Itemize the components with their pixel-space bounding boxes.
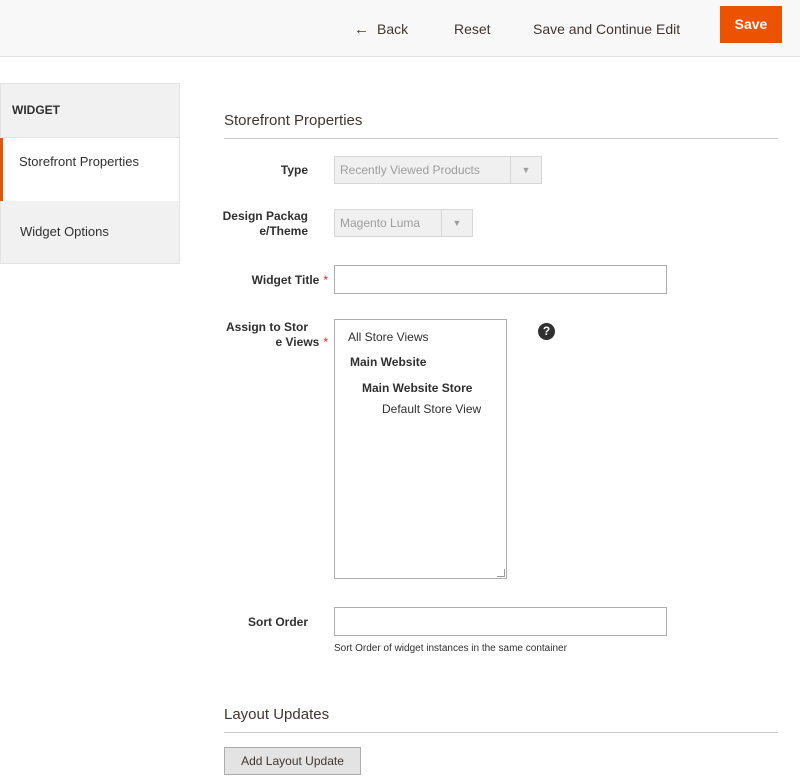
store-views-label-line2: e Views *	[218, 335, 328, 350]
store-view-option[interactable]: All Store Views	[348, 330, 428, 344]
store-view-group: Main Website	[350, 355, 427, 369]
page-actions-bar: ← Back Reset Save and Continue Edit Save	[0, 0, 800, 57]
resize-handle-icon[interactable]	[497, 569, 505, 577]
store-views-label: Assign to Stor e Views *	[218, 320, 328, 350]
store-view-option[interactable]: Default Store View	[382, 402, 481, 416]
widget-tabs: WIDGET Storefront Properties Widget Opti…	[0, 83, 180, 264]
reset-button[interactable]: Reset	[454, 14, 491, 44]
save-and-continue-button[interactable]: Save and Continue Edit	[533, 14, 680, 44]
sort-order-note: Sort Order of widget instances in the sa…	[334, 643, 567, 654]
widget-title-input[interactable]	[334, 265, 667, 294]
store-views-label-line2-text: e Views	[275, 335, 320, 349]
type-label: Type	[280, 163, 308, 177]
store-views-label-line1: Assign to Stor	[225, 320, 308, 334]
theme-select-value: Magento Luma	[340, 216, 421, 230]
required-marker: *	[323, 273, 328, 287]
back-button[interactable]: ← Back	[354, 14, 408, 44]
required-marker: *	[323, 335, 328, 349]
theme-label-line1: Design Packag	[222, 209, 308, 223]
chevron-down-icon: ▼	[510, 157, 541, 183]
back-arrow-icon: ←	[354, 21, 369, 38]
chevron-down-icon: ▼	[441, 210, 472, 236]
help-icon[interactable]: ?	[538, 323, 555, 340]
widget-title-label: Widget Title *	[218, 273, 328, 288]
theme-label: Design Packag e/Theme	[218, 209, 308, 239]
section-title-storefront-properties: Storefront Properties	[224, 112, 778, 139]
sort-order-label: Sort Order	[247, 615, 308, 629]
add-layout-update-button[interactable]: Add Layout Update	[224, 747, 361, 775]
theme-label-line2: e/Theme	[259, 224, 308, 238]
type-select: Recently Viewed Products ▼	[334, 156, 542, 184]
theme-select: Magento Luma ▼	[334, 209, 473, 237]
tab-widget-options[interactable]: Widget Options	[0, 201, 180, 264]
save-button[interactable]: Save	[720, 6, 782, 43]
widget-title-label-text: Widget Title	[251, 273, 320, 287]
store-views-multiselect[interactable]: All Store Views Main Website Main Websit…	[334, 319, 507, 579]
sort-order-input[interactable]	[334, 607, 667, 636]
type-select-value: Recently Viewed Products	[340, 163, 480, 177]
back-button-label: Back	[377, 21, 409, 37]
store-view-group: Main Website Store	[362, 381, 473, 395]
section-title-layout-updates: Layout Updates	[224, 706, 778, 733]
widget-tabs-heading: WIDGET	[0, 83, 180, 138]
tab-storefront-properties[interactable]: Storefront Properties	[0, 138, 180, 201]
